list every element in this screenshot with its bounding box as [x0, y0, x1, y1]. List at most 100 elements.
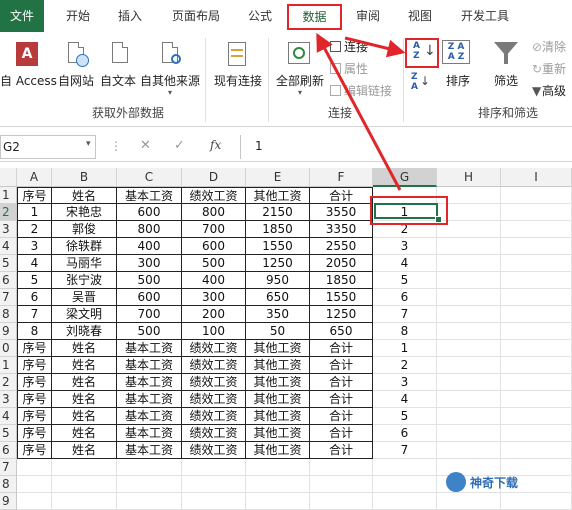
- cell-h13[interactable]: [437, 391, 501, 408]
- cell-e19[interactable]: [246, 493, 310, 510]
- cell-c4[interactable]: 400: [117, 238, 182, 255]
- cell-g4[interactable]: 3: [373, 238, 437, 255]
- cell-g10[interactable]: 1: [373, 340, 437, 357]
- column-header-h[interactable]: H: [437, 168, 501, 187]
- cell-b12[interactable]: 姓名: [52, 374, 117, 391]
- sort-ascending-button[interactable]: AZ ↓: [405, 38, 439, 68]
- cell-a7[interactable]: 6: [17, 289, 52, 306]
- cell-h6[interactable]: [437, 272, 501, 289]
- cell-d6[interactable]: 400: [182, 272, 246, 289]
- cell-c12[interactable]: 基本工资: [117, 374, 182, 391]
- cell-b2[interactable]: 宋艳忠: [52, 204, 117, 221]
- column-header-a[interactable]: A: [17, 168, 52, 187]
- cell-e15[interactable]: 其他工资: [246, 425, 310, 442]
- cell-i2[interactable]: [501, 204, 572, 221]
- cell-i19[interactable]: [501, 493, 572, 510]
- tab-review[interactable]: 审阅: [348, 0, 388, 32]
- cell-b18[interactable]: [52, 476, 117, 493]
- cell-f18[interactable]: [310, 476, 373, 493]
- cell-h19[interactable]: [437, 493, 501, 510]
- row-header[interactable]: 4: [0, 408, 17, 425]
- cell-a13[interactable]: 序号: [17, 391, 52, 408]
- from-text-button[interactable]: 自文本: [100, 36, 140, 96]
- row-header[interactable]: 6: [0, 442, 17, 459]
- row-header[interactable]: 3: [0, 391, 17, 408]
- row-header[interactable]: 9: [0, 493, 17, 510]
- cell-d1[interactable]: 绩效工资: [182, 187, 246, 204]
- cell-c18[interactable]: [117, 476, 182, 493]
- column-header-d[interactable]: D: [182, 168, 246, 187]
- cell-f13[interactable]: 合计: [310, 391, 373, 408]
- cell-c1[interactable]: 基本工资: [117, 187, 182, 204]
- cell-g3[interactable]: 2: [373, 221, 437, 238]
- advanced-filter-button[interactable]: ▼高级: [532, 82, 566, 99]
- cell-c9[interactable]: 500: [117, 323, 182, 340]
- cell-d5[interactable]: 500: [182, 255, 246, 272]
- filter-button[interactable]: 筛选: [488, 36, 528, 96]
- select-all-corner[interactable]: [0, 168, 17, 187]
- cell-a4[interactable]: 3: [17, 238, 52, 255]
- cell-c19[interactable]: [117, 493, 182, 510]
- cell-f7[interactable]: 1550: [310, 289, 373, 306]
- from-web-button[interactable]: 自网站: [56, 36, 100, 96]
- cell-g12[interactable]: 3: [373, 374, 437, 391]
- cell-c7[interactable]: 600: [117, 289, 182, 306]
- properties-button[interactable]: 属性: [330, 60, 368, 77]
- row-header[interactable]: 2: [0, 374, 17, 391]
- cell-h7[interactable]: [437, 289, 501, 306]
- cell-a19[interactable]: [17, 493, 52, 510]
- cell-f4[interactable]: 2550: [310, 238, 373, 255]
- cell-e6[interactable]: 950: [246, 272, 310, 289]
- column-header-f[interactable]: F: [310, 168, 373, 187]
- cell-a16[interactable]: 序号: [17, 442, 52, 459]
- cell-g1[interactable]: [373, 187, 437, 204]
- cell-f16[interactable]: 合计: [310, 442, 373, 459]
- existing-connections-button[interactable]: 现有连接: [210, 36, 266, 96]
- cell-b4[interactable]: 徐轶群: [52, 238, 117, 255]
- tab-home[interactable]: 开始: [58, 0, 98, 32]
- cancel-icon[interactable]: ✕: [140, 138, 151, 153]
- cell-a5[interactable]: 4: [17, 255, 52, 272]
- cell-f14[interactable]: 合计: [310, 408, 373, 425]
- cell-e17[interactable]: [246, 459, 310, 476]
- cell-h4[interactable]: [437, 238, 501, 255]
- cell-b19[interactable]: [52, 493, 117, 510]
- cell-a1[interactable]: 序号: [17, 187, 52, 204]
- column-header-b[interactable]: B: [52, 168, 117, 187]
- cell-f12[interactable]: 合计: [310, 374, 373, 391]
- cell-d8[interactable]: 200: [182, 306, 246, 323]
- cell-d19[interactable]: [182, 493, 246, 510]
- cell-i10[interactable]: [501, 340, 572, 357]
- connections-button[interactable]: 连接: [330, 38, 368, 55]
- cell-c15[interactable]: 基本工资: [117, 425, 182, 442]
- cell-d3[interactable]: 700: [182, 221, 246, 238]
- cell-b14[interactable]: 姓名: [52, 408, 117, 425]
- cell-h16[interactable]: [437, 442, 501, 459]
- tab-file[interactable]: 文件: [0, 0, 44, 32]
- cell-i8[interactable]: [501, 306, 572, 323]
- cell-e11[interactable]: 其他工资: [246, 357, 310, 374]
- enter-icon[interactable]: ✓: [174, 138, 185, 153]
- cell-a14[interactable]: 序号: [17, 408, 52, 425]
- tab-developer[interactable]: 开发工具: [452, 0, 518, 32]
- cell-g5[interactable]: 4: [373, 255, 437, 272]
- cell-b11[interactable]: 姓名: [52, 357, 117, 374]
- cell-h14[interactable]: [437, 408, 501, 425]
- cell-h8[interactable]: [437, 306, 501, 323]
- cell-e4[interactable]: 1550: [246, 238, 310, 255]
- cell-f11[interactable]: 合计: [310, 357, 373, 374]
- column-header-c[interactable]: C: [117, 168, 182, 187]
- cell-g8[interactable]: 7: [373, 306, 437, 323]
- cell-e10[interactable]: 其他工资: [246, 340, 310, 357]
- cell-i4[interactable]: [501, 238, 572, 255]
- cell-g11[interactable]: 2: [373, 357, 437, 374]
- cell-a18[interactable]: [17, 476, 52, 493]
- row-header[interactable]: 0: [0, 340, 17, 357]
- row-header[interactable]: 2: [0, 204, 17, 221]
- cell-a6[interactable]: 5: [17, 272, 52, 289]
- cell-h12[interactable]: [437, 374, 501, 391]
- cell-g9[interactable]: 8: [373, 323, 437, 340]
- cell-d4[interactable]: 600: [182, 238, 246, 255]
- cell-b15[interactable]: 姓名: [52, 425, 117, 442]
- row-header[interactable]: 9: [0, 323, 17, 340]
